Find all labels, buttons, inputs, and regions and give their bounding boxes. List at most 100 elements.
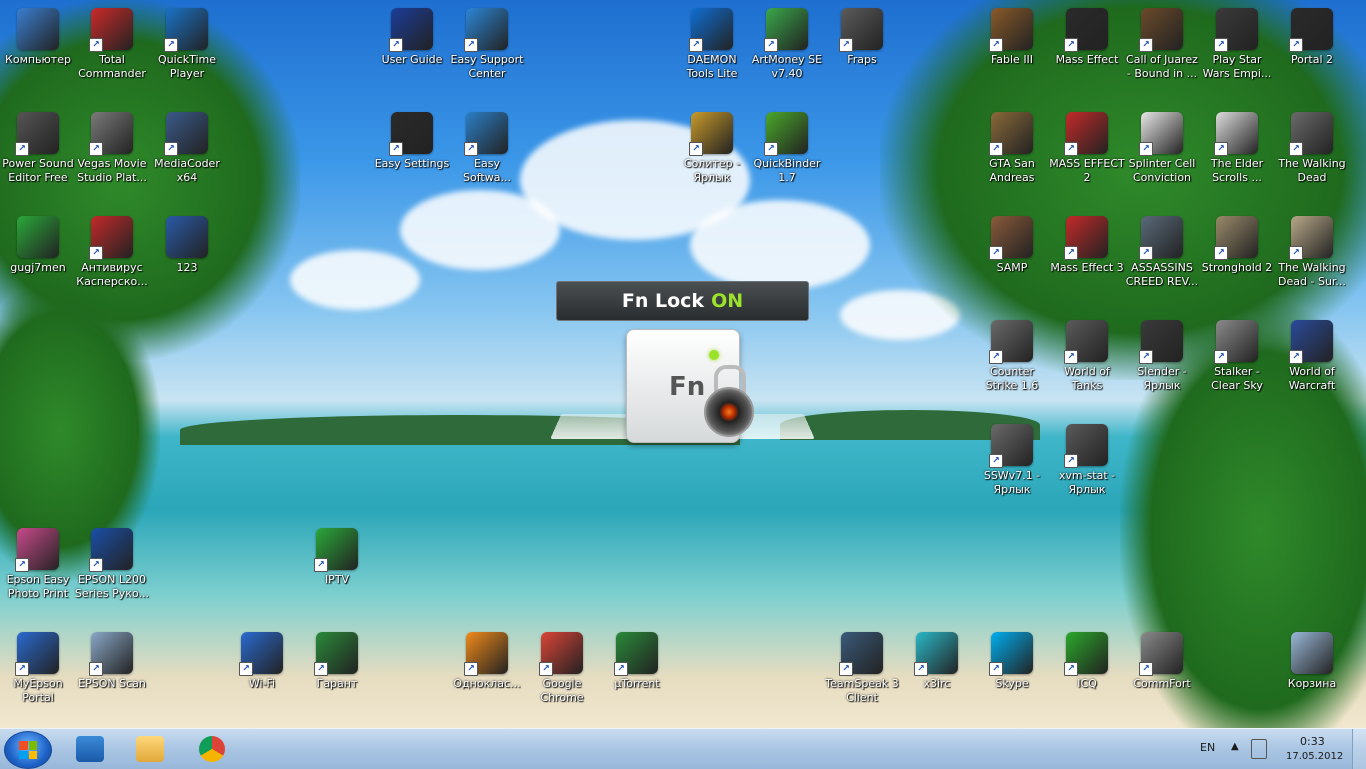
desktop-icon[interactable]: 123: [149, 216, 225, 275]
desktop-icon[interactable]: ↗ Fable III: [974, 8, 1050, 67]
utorrent-icon: ↗: [614, 632, 658, 676]
show-desktop-button[interactable]: [1352, 729, 1366, 769]
clock-time[interactable]: 0:33: [1300, 735, 1325, 748]
desktop-icon[interactable]: ↗ Easy Softwa...: [449, 112, 525, 185]
bolt-icon: ↗: [689, 8, 733, 52]
desktop-icon[interactable]: ↗ The Elder Scrolls ...: [1199, 112, 1275, 185]
desktop-icon-label: Корзина: [1287, 677, 1337, 690]
taskbar-pinned-explorer[interactable]: [64, 733, 116, 765]
cloud: [690, 200, 870, 290]
desktop-icon[interactable]: ↗ World of Warcraft: [1274, 320, 1350, 393]
cards-icon: ↗: [689, 112, 733, 156]
desktop-icon-label: Stronghold 2: [1201, 261, 1273, 274]
desktop-icon[interactable]: ↗ Fraps: [824, 8, 900, 67]
shortcut-arrow-icon: ↗: [539, 662, 553, 676]
skyrim-icon: ↗: [1214, 112, 1258, 156]
desktop-icon[interactable]: ↗ User Guide: [374, 8, 450, 67]
start-button[interactable]: [4, 731, 52, 769]
desktop-icon[interactable]: ↗ Skype: [974, 632, 1050, 691]
desktop-icon[interactable]: ↗ Play Star Wars Empi...: [1199, 8, 1275, 81]
desktop-icon-label: DAEMON Tools Lite: [686, 53, 738, 80]
guns-icon: ↗: [1139, 8, 1183, 52]
desktop-icon[interactable]: ↗ The Walking Dead: [1274, 112, 1350, 185]
desktop-icon[interactable]: ↗ EPSON L200 Series Руко...: [74, 528, 150, 601]
desktop-icon[interactable]: ↗ TeamSpeak 3 Client: [824, 632, 900, 705]
desktop-icon[interactable]: ↗ Portal 2: [1274, 8, 1350, 67]
desktop-icon[interactable]: ↗ Easy Settings: [374, 112, 450, 171]
desktop-icon[interactable]: ↗ Counter Strike 1.6: [974, 320, 1050, 393]
desktop-icon[interactable]: ↗ SSWv7.1 - Ярлык: [974, 424, 1050, 497]
desktop-icon[interactable]: ↗ Антивирус Касперско...: [74, 216, 150, 289]
desktop-icon[interactable]: Компьютер: [0, 8, 76, 67]
taskbar-pinned-folder[interactable]: [124, 733, 176, 765]
shortcut-arrow-icon: ↗: [764, 142, 778, 156]
shortcut-arrow-icon: ↗: [15, 142, 29, 156]
desktop-icon-label: World of Warcraft: [1288, 365, 1336, 392]
desktop-icon[interactable]: ↗ Power Sound Editor Free: [0, 112, 76, 185]
binder-icon: ↗: [764, 112, 808, 156]
language-indicator[interactable]: EN: [1200, 741, 1215, 754]
desktop-icon[interactable]: ↗ ASSASSINS CREED REV...: [1124, 216, 1200, 289]
desktop-icon[interactable]: ↗ Одноклас...: [449, 632, 525, 691]
desktop-icon[interactable]: ↗ ArtMoney SE v7.40: [749, 8, 825, 81]
wifi-icon: ↗: [239, 632, 283, 676]
desktop-icon[interactable]: ↗ Total Commander: [74, 8, 150, 81]
desktop-icon[interactable]: ↗ µTorrent: [599, 632, 675, 691]
desktop-icon[interactable]: ↗ Easy Support Center: [449, 8, 525, 81]
photos-icon: ↗: [15, 528, 59, 572]
clock-date[interactable]: 17.05.2012: [1286, 751, 1343, 762]
desktop-icon-label: The Walking Dead - Sur...: [1278, 261, 1346, 288]
desktop-icon-label: ArtMoney SE v7.40: [751, 53, 823, 80]
shortcut-arrow-icon: ↗: [839, 662, 853, 676]
desktop-icon-label: Fable III: [990, 53, 1034, 66]
desktop-icon[interactable]: ↗ Солитер - Ярлык: [674, 112, 750, 185]
shortcut-arrow-icon: ↗: [89, 246, 103, 260]
desktop-icon[interactable]: ↗ Google Chrome: [524, 632, 600, 705]
show-hidden-icons-arrow[interactable]: ▲: [1231, 741, 1239, 752]
portal-icon: ↗: [1289, 8, 1333, 52]
desktop-icon[interactable]: ↗ Stronghold 2: [1199, 216, 1275, 275]
desktop-icon[interactable]: ↗ Mass Effect: [1049, 8, 1125, 67]
desktop-icon[interactable]: ↗ GTA San Andreas: [974, 112, 1050, 185]
desktop-icon[interactable]: ↗ DAEMON Tools Lite: [674, 8, 750, 81]
desktop-icon[interactable]: ↗ MASS EFFECT 2: [1049, 112, 1125, 185]
me3-icon: ↗: [1064, 216, 1108, 260]
desktop-icon[interactable]: ↗ Slender - Ярлык: [1124, 320, 1200, 393]
desktop-icon[interactable]: ↗ Vegas Movie Studio Plat...: [74, 112, 150, 185]
shortcut-arrow-icon: ↗: [1139, 662, 1153, 676]
safely-remove-hardware-icon[interactable]: [1251, 739, 1267, 759]
desktop-icon[interactable]: gugj7men: [0, 216, 76, 275]
desktop-icon[interactable]: ↗ World of Tanks: [1049, 320, 1125, 393]
shortcut-arrow-icon: ↗: [1064, 38, 1078, 52]
desktop-icon-label: CommFort: [1133, 677, 1191, 690]
desktop-icon[interactable]: ↗ The Walking Dead - Sur...: [1274, 216, 1350, 289]
desktop-icon[interactable]: ↗ MediaCoder x64: [149, 112, 225, 185]
desktop-icon[interactable]: ↗ Гарант: [299, 632, 375, 691]
desktop-icon[interactable]: ↗ CommFort: [1124, 632, 1200, 691]
desktop-icon[interactable]: ↗ EPSON Scan: [74, 632, 150, 691]
shortcut-arrow-icon: ↗: [989, 142, 1003, 156]
desktop-icon[interactable]: ↗ SAMP: [974, 216, 1050, 275]
desktop-icon[interactable]: ↗ Stalker - Clear Sky: [1199, 320, 1275, 393]
desktop-icon-label: User Guide: [381, 53, 443, 66]
desktop-icon[interactable]: ↗ IPTV: [299, 528, 375, 587]
fn-lock-label: Fn Lock: [621, 290, 705, 312]
desktop-icon[interactable]: ↗ MyEpson Portal: [0, 632, 76, 705]
shortcut-arrow-icon: ↗: [1214, 142, 1228, 156]
desktop-icon[interactable]: ↗ Wi-Fi: [224, 632, 300, 691]
desktop-icon[interactable]: ↗ xvm-stat - Ярлык: [1049, 424, 1125, 497]
taskbar-pinned-chrome[interactable]: [186, 733, 238, 765]
desktop-icon[interactable]: ↗ Epson Easy Photo Print: [0, 528, 76, 601]
shortcut-arrow-icon: ↗: [464, 38, 478, 52]
desktop-icon[interactable]: ↗ Splinter Cell Conviction: [1124, 112, 1200, 185]
desktop-icon[interactable]: ↗ Mass Effect 3: [1049, 216, 1125, 275]
desktop-icon[interactable]: ↗ QuickBinder 1.7: [749, 112, 825, 185]
desktop-icon[interactable]: ↗ ICQ: [1049, 632, 1125, 691]
chrome-icon: ↗: [539, 632, 583, 676]
desktop-icon[interactable]: ↗ QuickTime Player: [149, 8, 225, 81]
wings-icon: ↗: [1289, 216, 1333, 260]
desktop-icon[interactable]: Корзина: [1274, 632, 1350, 691]
desktop-icon[interactable]: ↗ Call of Juarez - Bound in ...: [1124, 8, 1200, 81]
desktop-icon[interactable]: ↗ x3irc: [899, 632, 975, 691]
explorer-app-icon: [76, 736, 104, 762]
